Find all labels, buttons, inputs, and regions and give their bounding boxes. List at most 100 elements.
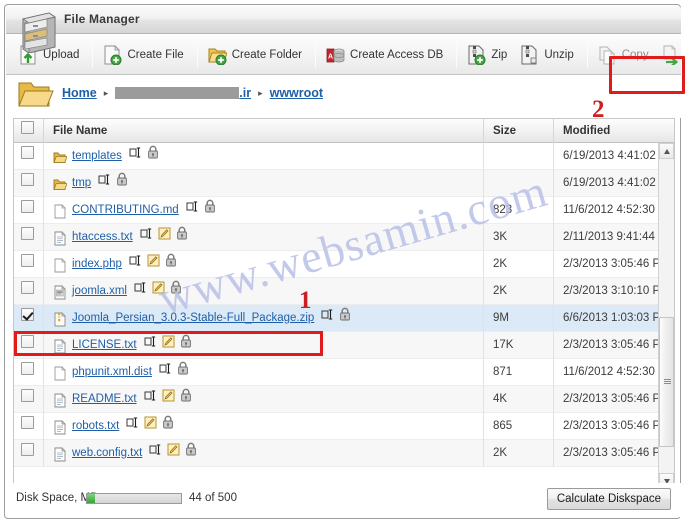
rename-icon[interactable] xyxy=(140,224,153,251)
row-checkbox[interactable] xyxy=(21,442,34,456)
table-row[interactable]: web.config.txt 2K 2/3/2013 3:05:46 PM xyxy=(14,439,674,467)
select-all-checkbox[interactable] xyxy=(21,120,34,134)
lock-icon[interactable] xyxy=(147,143,159,170)
lock-icon[interactable] xyxy=(170,278,182,305)
table-row[interactable]: templates 6/19/2013 4:41:02 PM xyxy=(14,142,674,170)
unzip-button[interactable]: Unzip xyxy=(515,41,581,69)
lock-icon[interactable] xyxy=(116,170,128,197)
table-row[interactable]: Joomla_Persian_3.0.3-Stable-Full_Package… xyxy=(14,304,674,332)
create-folder-button[interactable]: Create Folder xyxy=(203,41,310,69)
disk-space-progressbar xyxy=(86,493,182,504)
file-modified-cell: 6/6/2013 1:03:03 PM xyxy=(563,311,670,324)
row-checkbox[interactable] xyxy=(21,280,34,294)
rename-icon[interactable] xyxy=(144,386,157,413)
zip-button[interactable]: Zip xyxy=(462,41,515,69)
row-checkbox-cell xyxy=(14,223,44,251)
file-name-link[interactable]: index.php xyxy=(72,251,122,278)
lock-icon[interactable] xyxy=(204,197,216,224)
file-name-link[interactable]: README.txt xyxy=(72,386,137,413)
row-checkbox[interactable] xyxy=(21,361,34,375)
row-checkbox[interactable] xyxy=(21,388,34,402)
edit-icon[interactable] xyxy=(162,386,175,413)
row-checkbox[interactable] xyxy=(21,172,34,186)
copy-icon xyxy=(598,45,617,65)
file-name-link[interactable]: htaccess.txt xyxy=(72,224,133,251)
table-row[interactable]: LICENSE.txt 17K 2/3/2013 3:05:46 PM xyxy=(14,331,674,359)
lock-icon[interactable] xyxy=(185,440,197,467)
row-checkbox[interactable] xyxy=(21,226,34,240)
create-access-db-button[interactable]: A Create Access DB xyxy=(321,41,451,69)
table-row[interactable]: phpunit.xml.dist 871 11/6/2012 4:52:30 PM xyxy=(14,358,674,386)
edit-icon[interactable] xyxy=(158,224,171,251)
scrollbar-thumb[interactable] xyxy=(659,317,674,447)
row-checkbox[interactable] xyxy=(21,307,34,321)
file-name-link[interactable]: CONTRIBUTING.md xyxy=(72,197,179,224)
scroll-up-button[interactable] xyxy=(659,143,674,159)
file-name-link[interactable]: web.config.txt xyxy=(72,440,142,467)
row-checkbox[interactable] xyxy=(21,199,34,213)
calculate-diskspace-button[interactable]: Calculate Diskspace xyxy=(546,488,671,510)
zip-label: Zip xyxy=(491,48,508,61)
file-name-cell: LICENSE.txt xyxy=(44,331,484,359)
rename-icon[interactable] xyxy=(129,143,142,170)
table-row[interactable]: index.php 2K 2/3/2013 3:05:46 PM xyxy=(14,250,674,278)
edit-icon[interactable] xyxy=(147,251,160,278)
rename-icon[interactable] xyxy=(98,170,111,197)
table-row[interactable]: htaccess.txt 3K 2/11/2013 9:41:44 PM xyxy=(14,223,674,251)
rename-icon[interactable] xyxy=(129,251,142,278)
row-checkbox-cell xyxy=(14,196,44,224)
lock-icon[interactable] xyxy=(180,332,192,359)
rename-icon[interactable] xyxy=(159,359,172,386)
lock-icon[interactable] xyxy=(177,359,189,386)
lock-icon[interactable] xyxy=(176,224,188,251)
row-checkbox[interactable] xyxy=(21,253,34,267)
toolbar-separator xyxy=(196,41,198,68)
file-name-link[interactable]: LICENSE.txt xyxy=(72,332,137,359)
row-checkbox-cell xyxy=(14,331,44,359)
rename-icon[interactable] xyxy=(126,413,139,440)
column-header-modified[interactable]: Modified xyxy=(554,119,674,143)
lock-icon[interactable] xyxy=(180,386,192,413)
move-button[interactable]: Move xyxy=(657,41,685,69)
copy-button[interactable]: Copy xyxy=(593,41,657,69)
breadcrumb-item-wwwroot[interactable]: wwwroot xyxy=(270,86,323,100)
file-name-link[interactable]: templates xyxy=(72,143,122,170)
create-file-button[interactable]: Create File xyxy=(98,41,191,69)
table-row[interactable]: CONTRIBUTING.md 823 11/6/2012 4:52:30 PM xyxy=(14,196,674,224)
lock-icon[interactable] xyxy=(165,251,177,278)
file-name-link[interactable]: robots.txt xyxy=(72,413,119,440)
row-checkbox[interactable] xyxy=(21,334,34,348)
file-name-link[interactable]: Joomla_Persian_3.0.3-Stable-Full_Package… xyxy=(72,305,314,332)
lock-icon[interactable] xyxy=(339,305,351,332)
row-checkbox[interactable] xyxy=(21,415,34,429)
edit-icon[interactable] xyxy=(167,440,180,467)
rename-icon[interactable] xyxy=(134,278,147,305)
file-name-link[interactable]: phpunit.xml.dist xyxy=(72,359,152,386)
file-name-cell: phpunit.xml.dist xyxy=(44,358,484,386)
file-name-link[interactable]: tmp xyxy=(72,170,91,197)
file-size-cell: 9M xyxy=(484,304,554,332)
edit-icon[interactable] xyxy=(144,413,157,440)
breadcrumb-item-domain[interactable]: .ir xyxy=(115,85,251,100)
rename-icon[interactable] xyxy=(321,305,334,332)
file-zip-icon xyxy=(53,311,67,326)
edit-icon[interactable] xyxy=(162,332,175,359)
column-header-file-name[interactable]: File Name xyxy=(44,119,484,143)
file-text-icon xyxy=(53,392,67,407)
breadcrumb-item-home[interactable]: Home xyxy=(62,86,97,100)
row-checkbox-cell xyxy=(14,358,44,386)
table-row[interactable]: joomla.xml 2K 2/3/2013 3:10:10 PM xyxy=(14,277,674,305)
file-name-link[interactable]: joomla.xml xyxy=(72,278,127,305)
rename-icon[interactable] xyxy=(186,197,199,224)
table-row[interactable]: robots.txt 865 2/3/2013 3:05:46 PM xyxy=(14,412,674,440)
table-row[interactable]: tmp 6/19/2013 4:41:02 PM xyxy=(14,169,674,197)
row-checkbox[interactable] xyxy=(21,145,34,159)
edit-icon[interactable] xyxy=(152,278,165,305)
lock-icon[interactable] xyxy=(162,413,174,440)
vertical-scrollbar[interactable] xyxy=(658,143,674,489)
column-header-size[interactable]: Size xyxy=(484,119,554,143)
rename-icon[interactable] xyxy=(149,440,162,467)
table-row[interactable]: README.txt 4K 2/3/2013 3:05:46 PM xyxy=(14,385,674,413)
rename-icon[interactable] xyxy=(144,332,157,359)
grip-icon xyxy=(664,379,671,385)
